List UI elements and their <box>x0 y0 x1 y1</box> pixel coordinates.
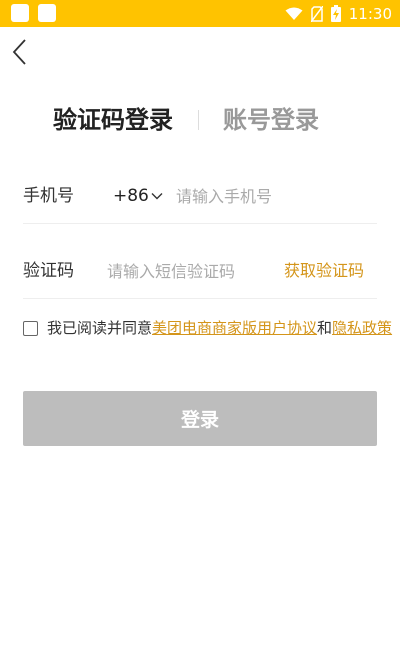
privacy-policy-link[interactable]: 隐私政策 <box>332 319 392 337</box>
agreement-checkbox[interactable] <box>23 321 38 336</box>
no-sim-icon <box>310 5 323 22</box>
tab-sms-login[interactable]: 验证码登录 <box>53 100 173 140</box>
login-tabs: 验证码登录 账号登录 <box>0 100 400 140</box>
phone-row: 手机号 +86 <box>23 169 377 224</box>
code-input[interactable] <box>107 259 272 283</box>
login-button[interactable]: 登录 <box>23 391 377 446</box>
battery-charging-icon <box>330 5 341 22</box>
agreement-prefix: 我已阅读并同意 <box>47 319 153 337</box>
status-icons: 11:30 <box>285 0 392 27</box>
code-row: 验证码 获取验证码 <box>23 244 377 299</box>
phone-label: 手机号 <box>23 186 74 206</box>
back-button[interactable] <box>6 36 34 68</box>
country-code-selector[interactable]: +86 <box>113 169 163 223</box>
app-notification-icon <box>38 4 56 22</box>
chevron-down-icon <box>151 193 163 200</box>
get-code-button[interactable]: 获取验证码 <box>284 244 364 298</box>
status-time: 11:30 <box>348 4 392 23</box>
status-bar: 11:30 <box>0 0 400 27</box>
phone-input[interactable] <box>176 184 366 208</box>
wifi-icon <box>285 7 303 20</box>
user-agreement-link[interactable]: 美团电商商家版用户协议 <box>152 319 317 337</box>
agreement-text: 我已阅读并同意美团电商商家版用户协议和隐私政策 <box>47 318 400 338</box>
app-notification-icon <box>11 4 29 22</box>
tab-account-login[interactable]: 账号登录 <box>223 100 319 140</box>
chevron-left-icon <box>12 39 26 65</box>
country-code-value: +86 <box>113 186 149 206</box>
agreement-conjunction: 和 <box>317 319 333 337</box>
tab-divider <box>198 110 199 130</box>
code-label: 验证码 <box>23 261 74 281</box>
